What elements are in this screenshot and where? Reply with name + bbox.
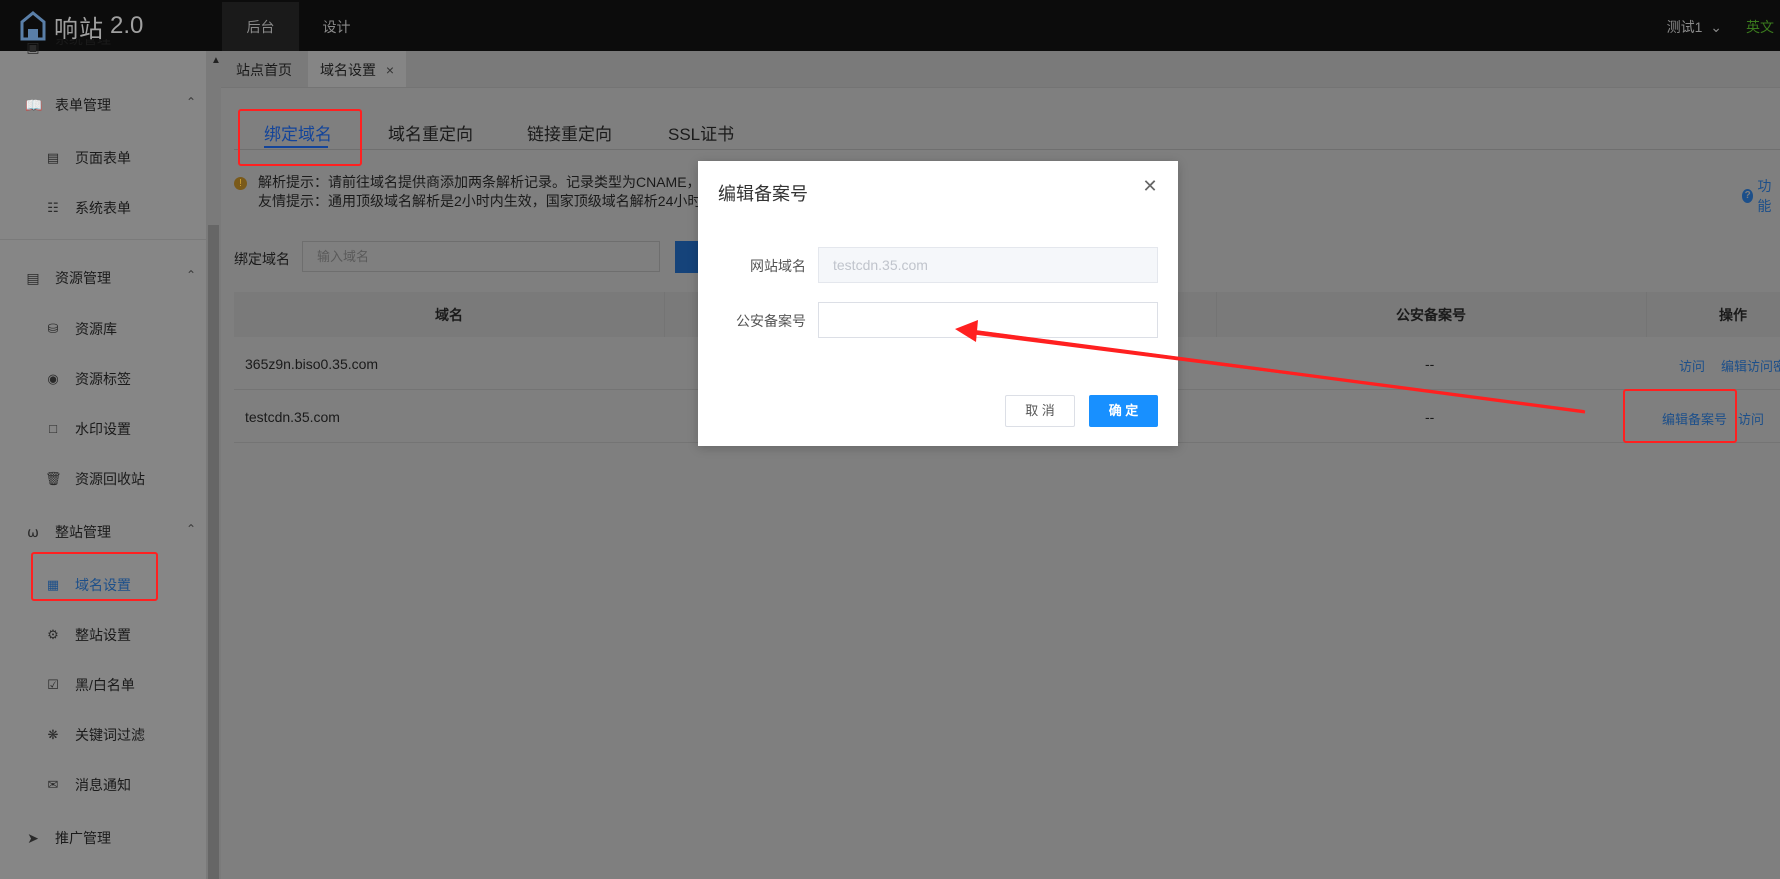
annotation-arrow bbox=[955, 320, 1586, 414]
